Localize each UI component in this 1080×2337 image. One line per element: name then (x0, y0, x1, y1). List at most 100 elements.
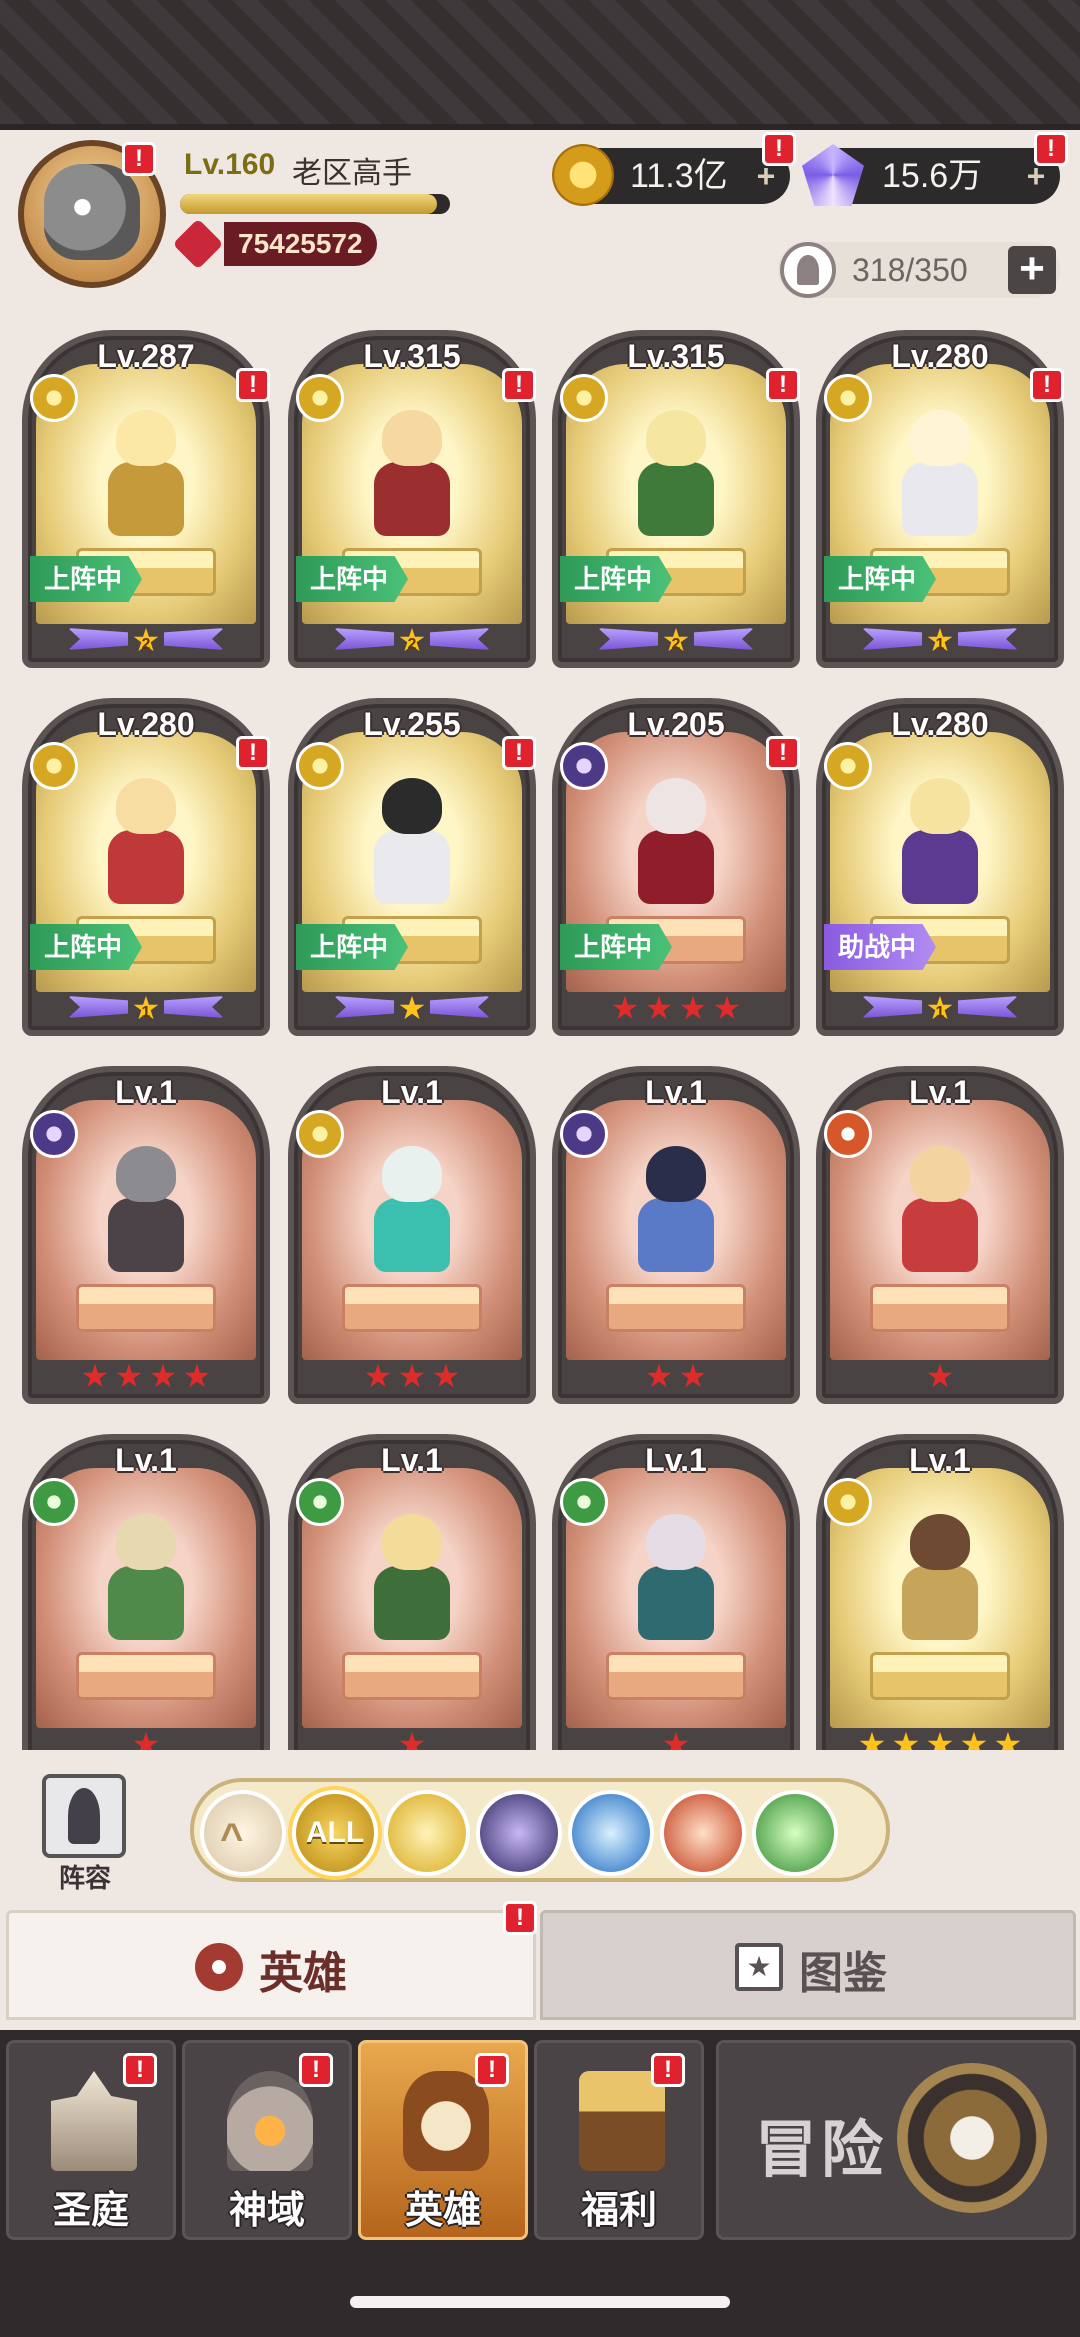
hero-body (902, 462, 978, 536)
dark-faction-icon (560, 742, 608, 790)
hero-card[interactable]: Lv.1 ★ (288, 1434, 536, 1750)
add-gem-button[interactable]: + (1022, 160, 1050, 192)
hero-card[interactable]: Lv.1 ★ ★ (552, 1066, 800, 1404)
hero-card[interactable]: Lv.1 ★ (816, 1066, 1064, 1404)
nature-faction-icon[interactable] (752, 1790, 838, 1876)
castle-icon (51, 2071, 137, 2171)
hero-card[interactable]: Lv.280! 上阵中 ★ 1 (816, 330, 1064, 668)
gold-coin-icon (552, 144, 614, 206)
star-icon: ★ (891, 1726, 921, 1750)
hero-sprite (880, 1514, 1000, 1654)
nav-divine[interactable]: 神域 ! (182, 2040, 352, 2240)
deploy-status-tag: 上阵中 (30, 556, 143, 602)
hero-card[interactable]: Lv.1 ★ ★ ★ (288, 1066, 536, 1404)
nav-court-badge: ! (123, 2053, 157, 2087)
hero-card[interactable]: Lv.315! 上阵中 ★ 2 (552, 330, 800, 668)
hero-card[interactable]: Lv.1 ★ (552, 1434, 800, 1750)
fox-faction-icon (824, 1110, 872, 1158)
dark-faction-icon[interactable] (476, 1790, 562, 1876)
hero-body (374, 462, 450, 536)
nature-faction-icon (560, 1478, 608, 1526)
star-rating: ★ (574, 1726, 778, 1750)
deploy-status-tag: 上阵中 (824, 556, 937, 602)
hero-card[interactable]: Lv.315! 上阵中 ★ 2 (288, 330, 536, 668)
fox-faction-icon[interactable] (660, 1790, 746, 1876)
lineup-label: 阵容 (58, 1863, 111, 1893)
hero-sprite (86, 1146, 206, 1286)
player-header: ! Lv.160 老区高手 75425572 11.3亿 + ! 15.6万 +… (0, 130, 1080, 330)
filter-all-button[interactable]: ALL (292, 1790, 378, 1876)
home-indicator[interactable] (350, 2296, 730, 2308)
horned-helmet-icon (403, 2071, 489, 2171)
hero-body (374, 1198, 450, 1272)
star-icon: ★ (363, 1358, 393, 1394)
star-count: 2 (671, 636, 681, 653)
hero-sprite (86, 1514, 206, 1654)
hero-card[interactable]: Lv.280! 上阵中 ★ 1 (22, 698, 270, 1036)
hero-level: Lv.205 (627, 706, 725, 742)
power-icon (172, 218, 224, 270)
hero-card[interactable]: Lv.287! 上阵中 ★ 2 (22, 330, 270, 668)
nav-welfare[interactable]: 福利 ! (534, 2040, 704, 2240)
wing-right-icon (958, 996, 1018, 1018)
hero-body (902, 1198, 978, 1272)
hero-card[interactable]: Lv.280 助战中 ★ 1 (816, 698, 1064, 1036)
hero-body (638, 830, 714, 904)
nav-divine-badge: ! (299, 2053, 333, 2087)
star-icon: ★ (959, 1726, 989, 1750)
holy-faction-icon[interactable] (384, 1790, 470, 1876)
star-icon: ★ (114, 1358, 144, 1394)
sort-up-icon[interactable]: ^ (200, 1790, 286, 1876)
gold-faction-icon (824, 742, 872, 790)
deploy-status-tag: 上阵中 (30, 924, 143, 970)
hero-card[interactable]: Lv.205! 上阵中 ★ ★ ★ ★ (552, 698, 800, 1036)
hero-alert-badge: ! (766, 736, 800, 770)
hero-level: Lv.1 (909, 1074, 971, 1110)
nav-heroes[interactable]: 英雄 ! (358, 2040, 528, 2240)
wing-left-icon (68, 628, 128, 650)
hero-head (910, 1514, 970, 1570)
tab-heroes[interactable]: 英雄 ! (6, 1901, 537, 2020)
hero-level: Lv.280 (891, 338, 989, 374)
star-rating: ★ 1 (838, 990, 1042, 1026)
hero-head (382, 1514, 442, 1570)
hero-alert-badge: ! (1030, 368, 1064, 402)
hero-head (116, 1514, 176, 1570)
faction-filter-bar: 阵容 ^ ALL (0, 1750, 1080, 1910)
hero-body (108, 462, 184, 536)
lineup-button[interactable]: 阵容 (30, 1774, 140, 1893)
star-icon: ★ 1 (130, 992, 162, 1024)
chess-piece-icon (42, 1774, 126, 1858)
adventure-button[interactable]: 冒险 (716, 2040, 1076, 2240)
hero-head (116, 1146, 176, 1202)
hero-pedestal (76, 1284, 216, 1332)
tab-codex-label: 图鉴 (799, 1949, 887, 1998)
hero-sprite (616, 1146, 736, 1286)
star-icon: ★ (182, 1358, 212, 1394)
exp-bar-fill (180, 194, 437, 214)
hero-pedestal (342, 1652, 482, 1700)
diamond-icon (802, 144, 864, 206)
hero-card[interactable]: Lv.1 ★ (22, 1434, 270, 1750)
bottom-navigation: 圣庭 ! 神域 ! 英雄 ! 福利 ! 冒险 (0, 2030, 1080, 2337)
top-pattern-band (0, 0, 1080, 130)
wing-left-icon (598, 628, 658, 650)
hero-card[interactable]: Lv.1 ★ ★ ★ ★ (22, 1066, 270, 1404)
gem-counter[interactable]: 15.6万 + ! (802, 132, 1068, 206)
tab-codex[interactable]: ★ 图鉴 (540, 1910, 1076, 2020)
deploy-status-tag: 上阵中 (560, 924, 673, 970)
hero-card[interactable]: Lv.255! 上阵中 ★ (288, 698, 536, 1036)
gold-counter[interactable]: 11.3亿 + ! (552, 132, 796, 206)
hero-card[interactable]: Lv.1 ★ ★ ★ ★ ★ (816, 1434, 1064, 1750)
star-rating: ★ 2 (310, 622, 514, 658)
cross-faction-icon[interactable] (568, 1790, 654, 1876)
hero-body (374, 1566, 450, 1640)
expand-capacity-button[interactable]: + (1008, 246, 1056, 294)
star-count: 2 (407, 636, 417, 653)
nav-court[interactable]: 圣庭 ! (6, 2040, 176, 2240)
star-icon: ★ (148, 1358, 178, 1394)
compass-icon (897, 2063, 1047, 2213)
star-icon: ★ (431, 1358, 461, 1394)
wing-left-icon (862, 996, 922, 1018)
player-avatar[interactable]: ! (18, 140, 166, 288)
